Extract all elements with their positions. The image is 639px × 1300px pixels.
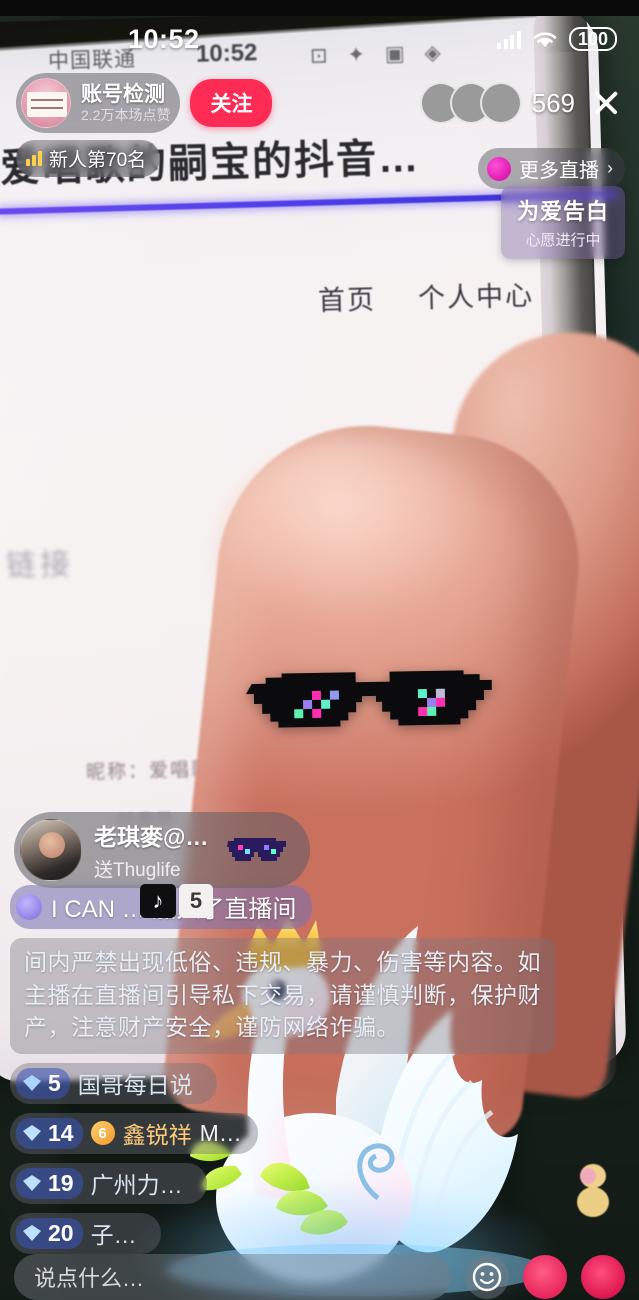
battery-indicator: 100 <box>568 27 617 51</box>
chat-message-list[interactable]: I CAN … 加入了直播间 间内严禁出现低俗、违规、暴力、伤害等内容。如主播在… <box>10 885 555 1254</box>
level-number: 20 <box>48 1219 74 1246</box>
gift-notification-bubble[interactable]: 老琪麥@… 送Thuglife <box>14 812 311 888</box>
status-bar-indicators: 100 <box>497 27 617 51</box>
level-gem-icon <box>23 1225 41 1241</box>
thug-life-sunglasses-gift <box>245 670 492 728</box>
gift-combo-badge: ♪ 5 <box>140 884 213 918</box>
love-confession-banner[interactable]: 为爱告白 心愿进行中 <box>500 186 625 259</box>
love-banner-title: 为爱告白 <box>516 199 609 224</box>
gift-combo-count: 5 <box>179 884 213 918</box>
wifi-icon <box>533 32 557 47</box>
douyin-logo-icon: ♪ <box>140 884 176 918</box>
chat-message-text: M… <box>199 1119 242 1146</box>
fan-club-badge: 6 <box>90 1121 115 1145</box>
gift-box-icon[interactable] <box>581 1255 625 1299</box>
rank-pill[interactable]: 新人第70名 <box>16 140 161 177</box>
level-badge: 14 <box>16 1117 83 1149</box>
signal-bars-icon <box>497 30 521 49</box>
live-header: 账号检测 2.2万本场点赞 关注 569 <box>0 72 639 134</box>
filmed-nav-profile: 个人中心 <box>417 280 535 314</box>
host-likes-count: 2.2万本场点赞 <box>81 106 171 123</box>
filmed-page-nav: 首页 个人中心 <box>318 273 579 318</box>
host-name: 账号检测 <box>81 82 165 106</box>
host-avatar[interactable] <box>21 78 71 128</box>
mini-gift-decoration <box>577 1164 609 1217</box>
gift-action-text: 送Thuglife <box>94 860 181 881</box>
table-row[interactable]: 14 6 鑫锐祥 M… <box>10 1113 258 1154</box>
gift-icon[interactable] <box>523 1255 567 1299</box>
chevron-right-icon: › <box>607 158 613 178</box>
live-room-notice: 间内严禁出现低俗、违规、暴力、伤害等内容。如主播在直播间引导私下交易，请谨慎判断… <box>10 938 555 1054</box>
level-badge: 5 <box>16 1067 70 1099</box>
join-avatar-icon <box>16 893 42 920</box>
viewer-avatars[interactable] <box>419 82 522 124</box>
rank-label: 新人第70名 <box>49 150 147 171</box>
comment-placeholder: 说点什么… <box>34 1266 145 1291</box>
emoji-icon[interactable] <box>465 1255 509 1299</box>
rank-bars-icon <box>26 151 42 166</box>
table-row[interactable]: 20 子… <box>10 1213 161 1254</box>
viewer-count: 569 <box>531 87 575 118</box>
chat-user-name: 广州力… <box>90 1172 183 1198</box>
gifter-name: 老琪麥@… <box>94 824 209 850</box>
thug-life-sunglasses-icon <box>227 838 287 861</box>
filmed-nav-home: 首页 <box>317 284 377 317</box>
chat-user-name: 国哥每日说 <box>77 1072 193 1098</box>
level-number: 19 <box>48 1169 74 1196</box>
viewer-avatar-3[interactable] <box>479 82 522 124</box>
comment-input[interactable]: 说点什么… <box>14 1254 451 1300</box>
level-gem-icon <box>23 1175 41 1191</box>
more-live-button[interactable]: 更多直播 › <box>478 148 625 189</box>
level-gem-icon <box>23 1075 41 1091</box>
level-badge: 19 <box>16 1167 83 1199</box>
host-info-pill[interactable]: 账号检测 2.2万本场点赞 <box>16 73 181 133</box>
status-bar-clock: 10:52 <box>128 23 200 54</box>
live-stream-screen: 中国联通 10:52 ⊡ ✦ ▣ ◈ 首页 个人中心 链接 查权重 昵称：爱唱歌… <box>0 0 639 1300</box>
gifter-avatar[interactable] <box>20 819 82 881</box>
level-badge: 20 <box>16 1217 83 1249</box>
table-row[interactable]: 5 国哥每日说 <box>10 1063 217 1104</box>
gift-text-group: 老琪麥@… 送Thuglife <box>94 818 208 882</box>
filmed-link-label: 链接 <box>5 548 75 583</box>
chat-user-name: 子… <box>90 1222 137 1248</box>
level-number: 14 <box>48 1119 74 1146</box>
close-icon[interactable] <box>589 86 623 120</box>
more-live-dot-icon <box>487 156 511 181</box>
bottom-action-bar: 说点什么… <box>0 1254 639 1300</box>
host-meta: 账号检测 2.2万本场点赞 <box>81 83 170 123</box>
header-right-group: 569 <box>419 82 623 124</box>
level-number: 5 <box>48 1069 61 1096</box>
table-row[interactable]: 19 广州力… <box>10 1163 207 1204</box>
more-live-label: 更多直播 <box>519 160 599 182</box>
follow-button[interactable]: 关注 <box>190 79 273 127</box>
level-gem-icon <box>23 1125 41 1141</box>
chat-user-name: 鑫锐祥 <box>122 1122 192 1148</box>
love-banner-subtitle: 心愿进行中 <box>525 232 601 249</box>
phone-notch <box>0 0 639 16</box>
